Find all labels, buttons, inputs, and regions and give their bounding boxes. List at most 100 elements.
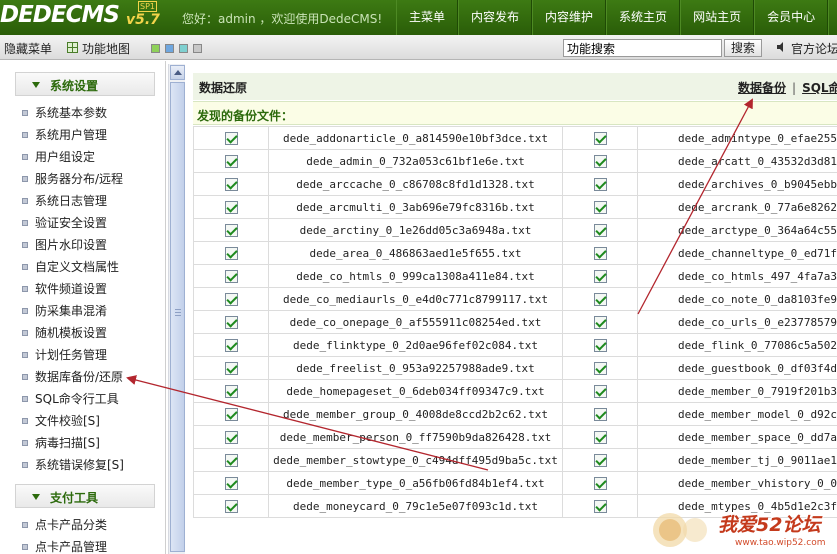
sidebar-scrollbar[interactable] [168,64,185,554]
sidebar-menu-item[interactable]: 服务器分布/远程 [22,168,123,190]
nav-site-home[interactable]: 网站主页 [680,0,755,35]
sidebar-menu-item[interactable]: 验证安全设置 [22,212,107,234]
file-name: dede_member_stowtype_0_c494dff495d9ba5c.… [268,448,563,472]
checkbox-cell [193,172,269,196]
nav-content-publish[interactable]: 内容发布 [458,0,533,35]
sidebar-menu-item[interactable]: 随机模板设置 [22,322,107,344]
file-checkbox[interactable] [593,315,607,329]
table-row: dede_arcmulti_0_3ab696e79fc8316b.txt dede… [193,195,837,219]
sidebar-group-system-settings[interactable]: 系统设置 [15,72,155,96]
bullet-icon [22,286,28,292]
file-checkbox[interactable] [224,154,238,168]
file-checkbox[interactable] [593,131,607,145]
file-checkbox[interactable] [593,499,607,513]
file-checkbox[interactable] [593,177,607,191]
file-checkbox[interactable] [593,269,607,283]
sp-badge: SP1 [138,1,157,12]
file-checkbox[interactable] [593,361,607,375]
sidebar-menu-item[interactable]: 系统日志管理 [22,190,107,212]
file-checkbox[interactable] [593,338,607,352]
file-checkbox[interactable] [593,407,607,421]
checkbox-cell [193,379,269,403]
nav-content-maintain[interactable]: 内容维护 [532,0,607,35]
site-map-link[interactable]: 功能地图 [82,40,130,57]
file-checkbox[interactable] [593,476,607,490]
file-checkbox[interactable] [224,200,238,214]
file-checkbox[interactable] [593,154,607,168]
nav-member-center[interactable]: 会员中心 [754,0,829,35]
file-checkbox[interactable] [224,430,238,444]
sidebar-menu-item[interactable]: 系统错误修复[S] [22,454,124,476]
file-name: dede_arcmulti_0_3ab696e79fc8316b.txt [268,195,563,219]
sidebar-menu-item[interactable]: 自定义文档属性 [22,256,119,278]
sidebar-menu-item[interactable]: 点卡产品分类 [22,514,107,536]
skin-cyan-swatch[interactable] [179,44,188,53]
sidebar-group-payment-tools[interactable]: 支付工具 [15,484,155,508]
file-checkbox[interactable] [593,246,607,260]
speaker-icon [777,42,783,52]
file-checkbox[interactable] [593,384,607,398]
welcome-message: 您好：admin ，欢迎使用DedeCMS! [182,12,383,26]
data-backup-link[interactable]: 数据备份 [738,81,786,95]
checkbox-cell [193,333,269,357]
menu-item-label: 病毒扫描[S] [35,436,100,450]
file-checkbox[interactable] [224,269,238,283]
scrollbar-thumb[interactable] [170,82,185,552]
sidebar-menu-item[interactable]: SQL命令行工具 [22,388,119,410]
bullet-icon [22,462,28,468]
checkbox-cell [193,448,269,472]
grid-icon [67,42,78,53]
nav-system-home[interactable]: 系统主页 [606,0,681,35]
file-checkbox[interactable] [224,292,238,306]
hide-menu-link[interactable]: 隐藏菜单 [4,40,52,57]
checkbox-cell [562,333,638,357]
skin-gray-swatch[interactable] [193,44,202,53]
sidebar-menu-item[interactable]: 文件校验[S] [22,410,100,432]
nav-main-menu[interactable]: 主菜单 [396,0,459,35]
file-checkbox[interactable] [224,246,238,260]
sidebar-menu-item[interactable]: 系统用户管理 [22,124,107,146]
search-button[interactable]: 搜索 [724,39,762,57]
sql-command-link[interactable]: SQL命 [802,81,837,95]
sidebar-menu-item[interactable]: 用户组设定 [22,146,95,168]
file-checkbox[interactable] [593,453,607,467]
scroll-up-arrow-icon[interactable] [170,65,185,80]
menu-item-label: 自定义文档属性 [35,260,120,274]
sidebar-menu-item[interactable]: 病毒扫描[S] [22,432,100,454]
table-row: dede_member_person_0_ff7590b9da826428.tx… [193,425,837,449]
file-checkbox[interactable] [224,476,238,490]
file-checkbox[interactable] [593,200,607,214]
file-checkbox[interactable] [224,338,238,352]
nav-logout[interactable]: 注销 [828,0,837,35]
sidebar-menu-item[interactable]: 数据库备份/还原 [22,366,123,388]
main-header: 数据还原 数据备份 | SQL命 [193,73,837,100]
file-checkbox[interactable] [593,292,607,306]
file-checkbox[interactable] [224,223,238,237]
sidebar-menu-item[interactable]: 点卡产品管理 [22,536,107,554]
file-checkbox[interactable] [224,315,238,329]
sidebar-menu-item[interactable]: 计划任务管理 [22,344,107,366]
table-row: dede_arctiny_0_1e26dd05c3a6948a.txt dede_… [193,218,837,242]
sidebar-menu-item[interactable]: 防采集串混淆 [22,300,107,322]
file-checkbox[interactable] [593,223,607,237]
file-checkbox[interactable] [593,430,607,444]
file-name: dede_co_note_0_da8103fe9f46 [637,287,837,311]
skin-green-swatch[interactable] [151,44,160,53]
file-checkbox[interactable] [224,453,238,467]
dedecms-logo[interactable]: DEDECMS [0,2,120,28]
sidebar-menu-item[interactable]: 软件频道设置 [22,278,107,300]
official-forum-link[interactable]: 官方论坛 [791,40,837,57]
collapse-arrow-icon [32,494,40,500]
file-checkbox[interactable] [224,499,238,513]
file-checkbox[interactable] [224,384,238,398]
file-checkbox[interactable] [224,177,238,191]
file-checkbox[interactable] [224,407,238,421]
found-files-label: 发现的备份文件： [197,109,294,123]
file-checkbox[interactable] [224,131,238,145]
sidebar-menu-item[interactable]: 系统基本参数 [22,102,107,124]
skin-blue-swatch[interactable] [165,44,174,53]
bullet-icon [22,352,28,358]
function-search-input[interactable] [563,39,722,57]
file-checkbox[interactable] [224,361,238,375]
sidebar-menu-item[interactable]: 图片水印设置 [22,234,107,256]
